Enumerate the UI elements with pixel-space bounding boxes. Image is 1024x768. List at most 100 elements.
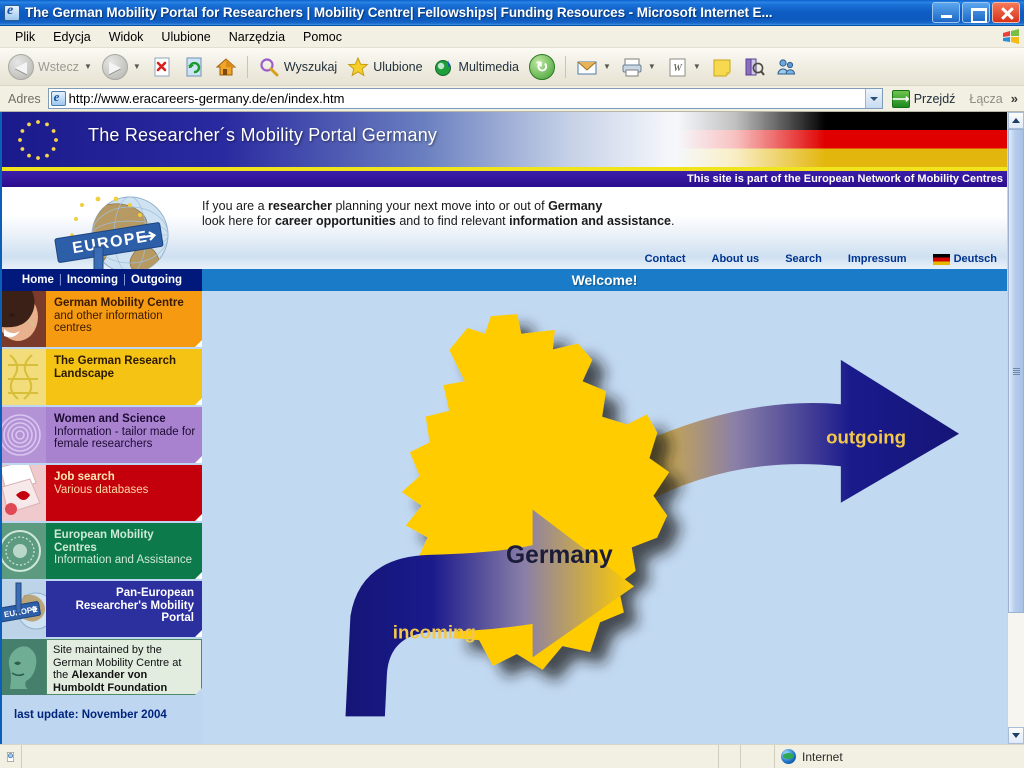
notes-button[interactable]: [707, 54, 737, 80]
breadcrumb-home[interactable]: Home: [22, 274, 54, 286]
media-button[interactable]: Multimedia: [429, 54, 523, 80]
toolbar-separator: [246, 55, 248, 78]
menu-item-favorites[interactable]: Ulubione: [152, 28, 219, 46]
sidebar-subtitle: Information - tailor made for female res…: [54, 425, 196, 451]
mail-icon: [576, 56, 598, 78]
menu-item-view[interactable]: Widok: [100, 28, 153, 46]
ie-icon: [4, 3, 20, 21]
sidebar-title: Job search: [54, 471, 115, 483]
forward-dropdown-icon[interactable]: ▼: [133, 62, 141, 71]
status-zone: Internet: [774, 745, 1024, 768]
edit-word-button[interactable]: W ▼: [662, 54, 705, 80]
maximize-restore-button[interactable]: [962, 2, 990, 23]
menu-item-file[interactable]: Plik: [6, 28, 44, 46]
sidebar-subtitle: and other information centres: [54, 309, 163, 335]
top-link-contact[interactable]: Contact: [645, 253, 712, 265]
minimize-button[interactable]: [932, 2, 960, 23]
research-button[interactable]: [739, 54, 769, 80]
sidebar-item-german-research-landscape[interactable]: The German Research Landscape: [2, 349, 202, 405]
intro-text: If you are a researcher planning your ne…: [202, 199, 674, 229]
window-title: The German Mobility Portal for Researche…: [25, 5, 773, 20]
internet-globe-icon: [781, 749, 796, 764]
europe-globe-logo: EUROPE: [54, 196, 169, 269]
language-switch-deutsch[interactable]: Deutsch: [932, 253, 997, 265]
edit-dropdown-icon[interactable]: ▼: [693, 62, 701, 71]
breadcrumb-incoming[interactable]: Incoming: [67, 274, 118, 286]
search-button[interactable]: Wyszukaj: [254, 54, 341, 80]
vertical-scrollbar[interactable]: [1007, 112, 1024, 744]
menu-item-help[interactable]: Pomoc: [294, 28, 351, 46]
sidebar-thumb-woman: [2, 291, 46, 347]
content-columns: German Mobility Centre and other informa…: [2, 291, 1007, 744]
top-link-search[interactable]: Search: [785, 253, 848, 265]
scroll-up-button[interactable]: [1008, 112, 1024, 129]
intro-strip: EUROPE If you are a researcher planning …: [2, 187, 1007, 269]
address-input[interactable]: [68, 91, 865, 106]
forward-button[interactable]: ▶ ▼: [98, 52, 145, 82]
address-dropdown-button[interactable]: [864, 89, 882, 108]
sidebar-title: The German Research Landscape: [54, 355, 177, 380]
links-label[interactable]: Łącza: [964, 92, 1007, 106]
favorites-button[interactable]: Ulubione: [343, 54, 426, 80]
site-banner: The Researcher´s Mobility Portal Germany: [2, 112, 1007, 167]
refresh-button[interactable]: [179, 54, 209, 80]
research-icon: [743, 56, 765, 78]
notes-icon: [711, 56, 733, 78]
status-page-icon: [0, 745, 22, 768]
mail-dropdown-icon[interactable]: ▼: [603, 62, 611, 71]
main-content: Germany outgoing incoming: [202, 291, 1007, 744]
sidebar-body: Job search Various databases: [46, 465, 202, 521]
go-arrow-icon: ⟶: [891, 89, 910, 108]
address-input-wrapper[interactable]: [47, 88, 883, 109]
sidebar-title: Women and Science: [54, 413, 166, 425]
sidebar-body: Women and Science Information - tailor m…: [46, 407, 202, 463]
top-links: Contact About us Search Impressum Deutsc…: [645, 253, 997, 265]
breadcrumb: Home | Incoming | Outgoing: [2, 269, 202, 291]
go-button[interactable]: ⟶ Przejdź: [886, 89, 962, 108]
print-button[interactable]: ▼: [617, 54, 660, 80]
scrollbar-track[interactable]: [1008, 129, 1024, 727]
history-icon: ↻: [528, 53, 555, 80]
windows-flag-icon[interactable]: [998, 27, 1024, 47]
status-slot-1: [718, 745, 740, 768]
scrollbar-thumb[interactable]: [1008, 129, 1024, 614]
toolbar-overflow-icon[interactable]: »: [1011, 91, 1022, 106]
stop-button[interactable]: [147, 54, 177, 80]
german-flag-icon: [932, 253, 950, 265]
sidebar-subtitle: Information and Assistance: [54, 554, 193, 566]
title-bar: The German Mobility Portal for Researche…: [0, 0, 1024, 26]
maintainer-text: Site maintained by the German Mobility C…: [46, 639, 202, 695]
sidebar-body: The German Research Landscape: [46, 349, 202, 405]
toolbar-separator-2: [564, 55, 566, 78]
scroll-down-button[interactable]: [1008, 727, 1024, 744]
maintainer-box[interactable]: Site maintained by the German Mobility C…: [2, 639, 202, 695]
back-dropdown-icon[interactable]: ▼: [84, 62, 92, 71]
sidebar: German Mobility Centre and other informa…: [2, 291, 202, 744]
sidebar-item-german-mobility-centre[interactable]: German Mobility Centre and other informa…: [2, 291, 202, 347]
german-flag-gradient: [677, 112, 1007, 167]
back-button[interactable]: ◀ Wstecz ▼: [4, 52, 96, 82]
messenger-button[interactable]: [771, 54, 801, 80]
top-link-impressum[interactable]: Impressum: [848, 253, 933, 265]
sidebar-subtitle: Various databases: [54, 483, 149, 496]
history-button[interactable]: ↻: [525, 52, 559, 82]
sidebar-title: European Mobility Centres: [54, 529, 154, 554]
browser-toolbar: ◀ Wstecz ▼ ▶ ▼ Wyszukaj Ulubione Multime…: [0, 48, 1024, 86]
page-favicon: [50, 89, 66, 106]
menu-item-edit[interactable]: Edycja: [44, 28, 100, 46]
breadcrumb-outgoing[interactable]: Outgoing: [131, 274, 182, 286]
sidebar-item-pan-european-portal[interactable]: EUROPE Pan-European Researcher's Mobilit…: [2, 581, 202, 637]
top-link-about-us[interactable]: About us: [712, 253, 786, 265]
print-dropdown-icon[interactable]: ▼: [648, 62, 656, 71]
sidebar-item-european-mobility-centres[interactable]: European Mobility Centres Information an…: [2, 523, 202, 579]
close-button[interactable]: [992, 2, 1020, 23]
mail-button[interactable]: ▼: [572, 54, 615, 80]
home-button[interactable]: [211, 54, 241, 80]
language-switch-label: Deutsch: [953, 253, 997, 265]
menu-item-tools[interactable]: Narzędzia: [220, 28, 294, 46]
status-zone-label: Internet: [802, 749, 843, 764]
sidebar-item-women-and-science[interactable]: Women and Science Information - tailor m…: [2, 407, 202, 463]
scrollbar-grip: [1012, 367, 1020, 375]
sidebar-item-job-search[interactable]: Job search Various databases: [2, 460, 202, 521]
page-title: The Researcher´s Mobility Portal Germany: [88, 125, 438, 145]
